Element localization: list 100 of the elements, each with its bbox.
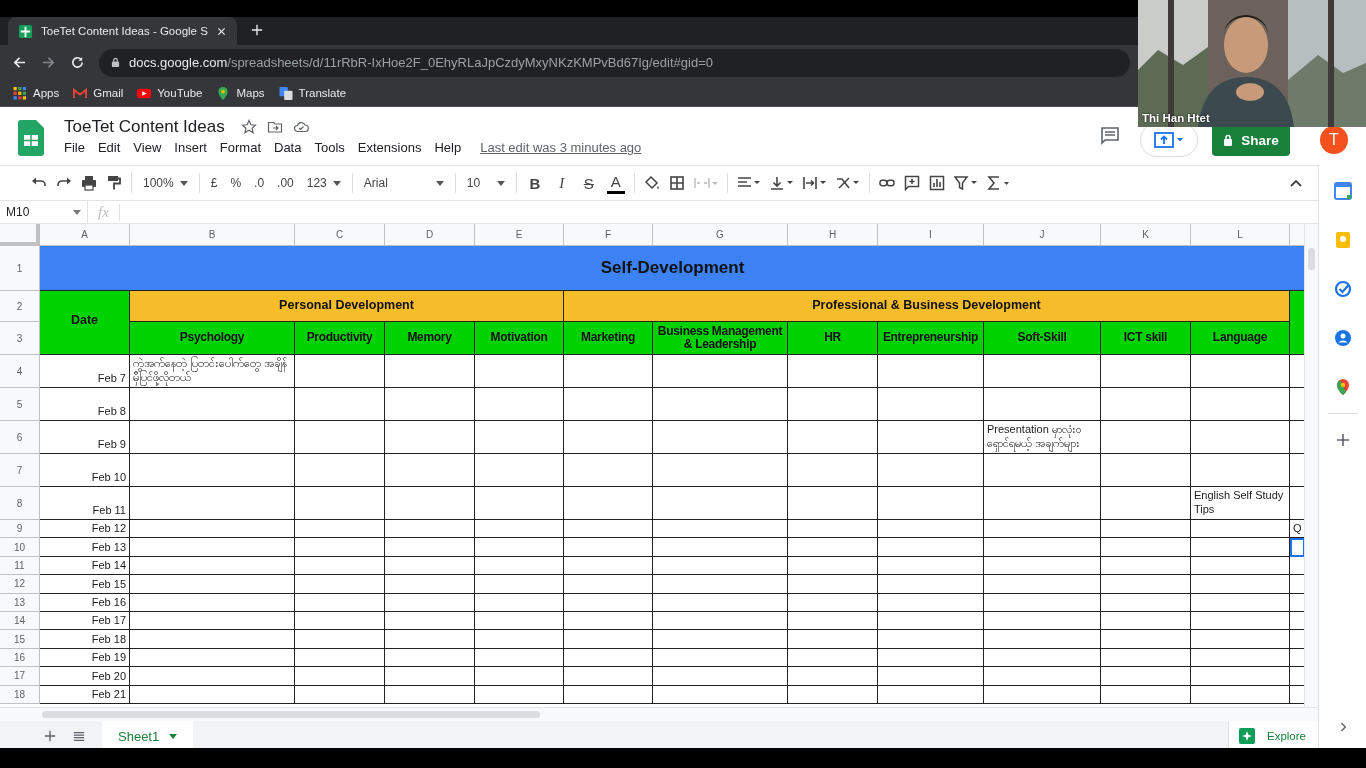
text-color-button[interactable]: A [606, 172, 625, 194]
browser-tab[interactable]: ToeTet Content Ideas - Google S [8, 17, 237, 45]
paint-bucket-icon[interactable] [643, 175, 660, 191]
column-header[interactable]: I [878, 224, 984, 246]
row-header[interactable]: 15 [0, 630, 40, 649]
row-header[interactable]: 3 [0, 322, 40, 355]
add-sheet-icon[interactable] [44, 730, 56, 742]
bookmark[interactable]: Translate [278, 86, 347, 100]
row-header[interactable]: 8 [0, 487, 40, 520]
date-cell: Feb 8 [40, 388, 130, 421]
star-icon[interactable] [240, 119, 257, 135]
borders-icon[interactable] [668, 175, 685, 191]
sheet-tab[interactable]: Sheet1 [102, 721, 194, 751]
font-size-dropdown[interactable]: 10 [464, 176, 507, 190]
row-header[interactable]: 7 [0, 454, 40, 487]
zoom-dropdown[interactable]: 100% [141, 176, 190, 190]
column-header[interactable]: A [40, 224, 130, 246]
sheets-favicon-icon [18, 23, 33, 39]
sigma-function-icon[interactable] [986, 175, 1011, 191]
menu-item[interactable]: View [133, 140, 162, 155]
reload-icon[interactable] [70, 55, 85, 70]
column-header[interactable]: C [295, 224, 385, 246]
date-cell: Feb 21 [40, 685, 130, 704]
address-field[interactable]: docs.google.com/spreadsheets/d/11rRbR-IxHoe2F_0EhyRLaJpCzdyMxyNKzKMPvBd67Ig/edit#gid=0 [99, 48, 1130, 77]
menu-icon[interactable] [73, 730, 85, 742]
menu-item[interactable]: Extensions [357, 140, 422, 155]
contact-icon[interactable] [1333, 329, 1352, 347]
row-header[interactable]: 9 [0, 520, 40, 539]
url-text: docs.google.com/spreadsheets/d/11rRbR-IxHoe2F_0EhyRLaJpCzdyMxyNKzKMPvBd67Ig/edit#gid=0 [129, 55, 713, 70]
text-wrap-icon[interactable] [802, 175, 827, 191]
menu-item[interactable]: File [64, 140, 85, 155]
bookmark[interactable]: YouTube [137, 86, 203, 100]
date-cell: Feb 13 [40, 538, 130, 557]
task-check-icon[interactable] [1333, 280, 1352, 298]
menu-item[interactable]: Help [434, 140, 462, 155]
last-edit-link[interactable]: Last edit was 3 minutes ago [480, 140, 642, 155]
column-header[interactable]: J [984, 224, 1101, 246]
row-header[interactable]: 1 [0, 246, 40, 291]
name-box[interactable]: M10 [0, 201, 88, 223]
menu-item[interactable]: Edit [97, 140, 121, 155]
row-header[interactable]: 4 [0, 355, 40, 388]
column-header[interactable]: H [788, 224, 878, 246]
print-icon[interactable] [81, 175, 97, 191]
menu-item[interactable]: Format [219, 140, 261, 155]
merge-cells-icon[interactable] [693, 175, 718, 191]
cloud-icon[interactable] [292, 119, 309, 135]
comment-icon[interactable] [1100, 126, 1120, 146]
new-tab-icon[interactable] [250, 24, 263, 36]
scrollbar-thumb[interactable] [42, 711, 540, 718]
filter-icon[interactable] [953, 175, 978, 191]
chart-icon[interactable] [928, 175, 945, 191]
comment-add-icon[interactable] [903, 175, 920, 191]
back-icon[interactable] [12, 55, 27, 70]
sheets-logo-icon[interactable] [18, 120, 44, 156]
column-header[interactable]: G [653, 224, 788, 246]
italic-button[interactable]: I [552, 174, 571, 192]
column-header[interactable]: K [1101, 224, 1191, 246]
scrollbar-thumb[interactable] [1308, 248, 1315, 270]
menu-item[interactable]: Data [274, 140, 302, 155]
menu-item[interactable]: Insert [174, 140, 207, 155]
font-dropdown[interactable]: Arial [361, 176, 446, 190]
bookmark[interactable]: Apps [13, 86, 60, 100]
column-header[interactable]: B [130, 224, 295, 246]
percent-format-button[interactable]: % [228, 176, 244, 190]
decrease-decimal-button[interactable]: .0 [252, 176, 267, 190]
account-avatar[interactable]: T [1320, 126, 1348, 154]
column-header[interactable]: F [564, 224, 653, 246]
row-header[interactable]: 2 [0, 291, 40, 322]
date-cell: Feb 20 [40, 667, 130, 686]
row-header[interactable]: 5 [0, 388, 40, 421]
currency-format-button[interactable]: £ [208, 176, 220, 190]
text-rotate-icon[interactable] [835, 175, 860, 191]
close-icon[interactable] [215, 25, 227, 37]
row-header[interactable]: 17 [0, 667, 40, 686]
align-bottom-icon[interactable] [769, 175, 794, 191]
strikethrough-button[interactable]: S [579, 174, 598, 192]
bold-button[interactable]: B [525, 174, 544, 192]
explore-button[interactable]: Explore [1228, 721, 1318, 751]
forward-icon[interactable] [41, 55, 56, 70]
map-pin-icon [216, 86, 231, 100]
increase-decimal-button[interactable]: .00 [275, 176, 296, 190]
row-header[interactable]: 12 [0, 575, 40, 594]
number-format-dropdown[interactable]: 123 [304, 176, 343, 190]
group-header-cell: Personal Development [130, 291, 564, 322]
folder-icon[interactable] [266, 119, 283, 135]
row-header[interactable]: 10 [0, 538, 40, 557]
bookmark[interactable]: Gmail [73, 86, 124, 100]
paint-roller-icon[interactable] [106, 175, 122, 191]
category-header-cell: HR [788, 322, 878, 355]
bookmark[interactable]: Maps [216, 86, 265, 100]
document-title[interactable]: ToeTet Content Ideas [64, 117, 225, 137]
calendar-icon[interactable] [1333, 182, 1352, 200]
mail-envelope-icon [73, 86, 88, 100]
row-header[interactable]: 6 [0, 421, 40, 454]
menu-item[interactable]: Tools [314, 140, 345, 155]
lock-icon [111, 57, 120, 68]
column-header[interactable]: D [385, 224, 475, 246]
column-header[interactable]: L [1191, 224, 1290, 246]
column-header[interactable]: E [475, 224, 564, 246]
header-cell [1290, 291, 1304, 355]
